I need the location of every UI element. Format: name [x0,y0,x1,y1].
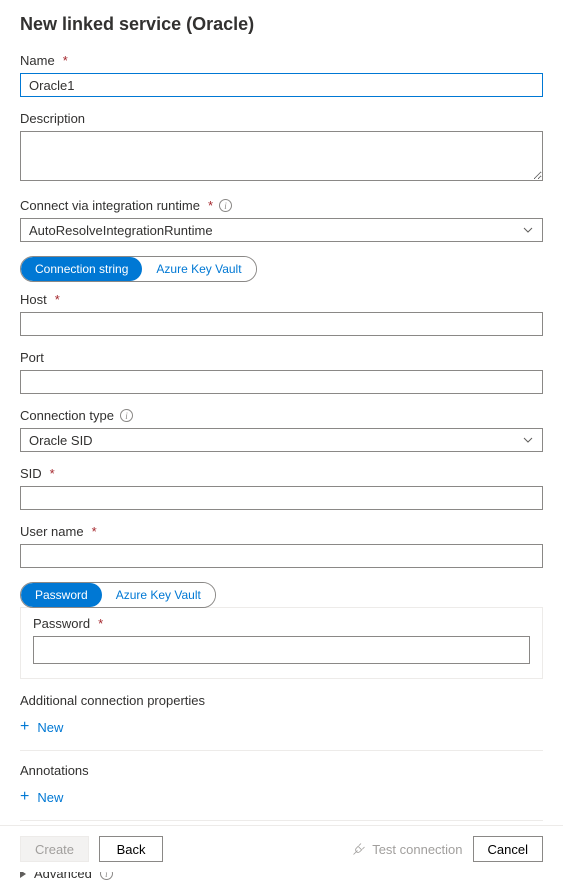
add-new-label: New [37,720,63,735]
back-button[interactable]: Back [99,836,163,862]
add-new-label: New [37,790,63,805]
password-input[interactable] [33,636,530,664]
runtime-select[interactable] [20,218,543,242]
divider [20,750,543,751]
tab-azure-key-vault[interactable]: Azure Key Vault [142,257,255,281]
required-asterisk: * [98,616,103,631]
annotations-label: Annotations [20,763,543,778]
test-connection-button[interactable]: Test connection [352,842,462,857]
info-icon[interactable]: i [120,409,133,422]
name-input[interactable] [20,73,543,97]
connection-type-label: Connection type i [20,408,543,423]
connection-source-tabs: Connection string Azure Key Vault [20,256,257,282]
test-connection-label: Test connection [372,842,462,857]
info-icon[interactable]: i [219,199,232,212]
footer: Create Back Test connection Cancel [0,825,563,872]
divider [20,820,543,821]
name-label: Name* [20,53,543,68]
required-asterisk: * [55,292,60,307]
host-input[interactable] [20,312,543,336]
tab-password[interactable]: Password [21,583,102,607]
port-label: Port [20,350,543,365]
username-label: User name* [20,524,543,539]
add-additional-property-button[interactable]: + New [20,714,543,740]
runtime-label: Connect via integration runtime* i [20,198,543,213]
password-label: Password* [33,616,530,631]
sid-input[interactable] [20,486,543,510]
page-title: New linked service (Oracle) [20,14,543,35]
description-input[interactable] [20,131,543,181]
plug-icon [352,842,366,856]
sid-label: SID* [20,466,543,481]
plus-icon: + [20,788,29,806]
password-source-tabs: Password Azure Key Vault [20,582,216,608]
tab-password-akv[interactable]: Azure Key Vault [102,583,215,607]
create-button: Create [20,836,89,862]
tab-connection-string[interactable]: Connection string [21,257,142,281]
required-asterisk: * [50,466,55,481]
host-label: Host* [20,292,543,307]
cancel-button[interactable]: Cancel [473,836,543,862]
required-asterisk: * [208,198,213,213]
username-input[interactable] [20,544,543,568]
description-label: Description [20,111,543,126]
required-asterisk: * [92,524,97,539]
required-asterisk: * [63,53,68,68]
port-input[interactable] [20,370,543,394]
plus-icon: + [20,718,29,736]
additional-props-label: Additional connection properties [20,693,543,708]
connection-type-select[interactable] [20,428,543,452]
add-annotation-button[interactable]: + New [20,784,543,810]
